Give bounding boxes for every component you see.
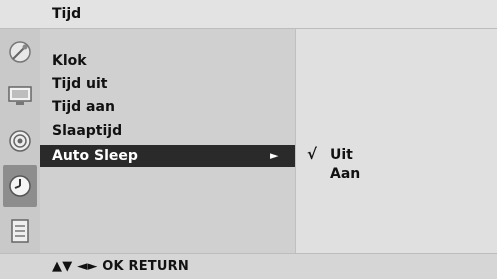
satellite-dish-icon[interactable] [3,31,37,73]
page-title: Tijd [52,6,82,22]
menu-item-label: Klok [52,53,87,69]
menu-item-auto-sleep[interactable]: Auto Sleep ► [40,145,295,167]
menu-item-tijd-uit[interactable]: Tijd uit [40,73,295,95]
clock-icon[interactable] [3,165,37,207]
menu-item-slaaptijd[interactable]: Slaaptijd [40,120,295,142]
menu-item-label: Auto Sleep [52,148,138,164]
monitor-icon[interactable] [3,75,37,117]
title-bar: Tijd [0,0,497,29]
menu-item-label: Slaaptijd [52,123,123,139]
time-menu: Klok Tijd uit Tijd aan Slaaptijd Auto Sl… [40,29,295,253]
keypad-icon[interactable] [3,210,37,252]
menu-item-klok[interactable]: Klok [40,50,295,72]
menu-item-label: Tijd aan [52,99,115,115]
navigation-hint-bar: ▲▼ ◄► OK RETURN [0,253,497,279]
navigation-hints: ▲▼ ◄► OK RETURN [52,259,189,274]
menu-item-label: Tijd uit [52,76,108,92]
submenu-arrow-icon: ► [270,149,279,162]
category-sidebar [0,29,40,253]
check-mark-icon: √ [307,145,318,163]
menu-item-tijd-aan[interactable]: Tijd aan [40,96,295,118]
option-uit[interactable]: Uit [330,145,353,165]
auto-sleep-options: √ Uit Aan [295,29,497,253]
option-aan[interactable]: Aan [330,164,360,184]
speaker-icon[interactable] [3,120,37,162]
